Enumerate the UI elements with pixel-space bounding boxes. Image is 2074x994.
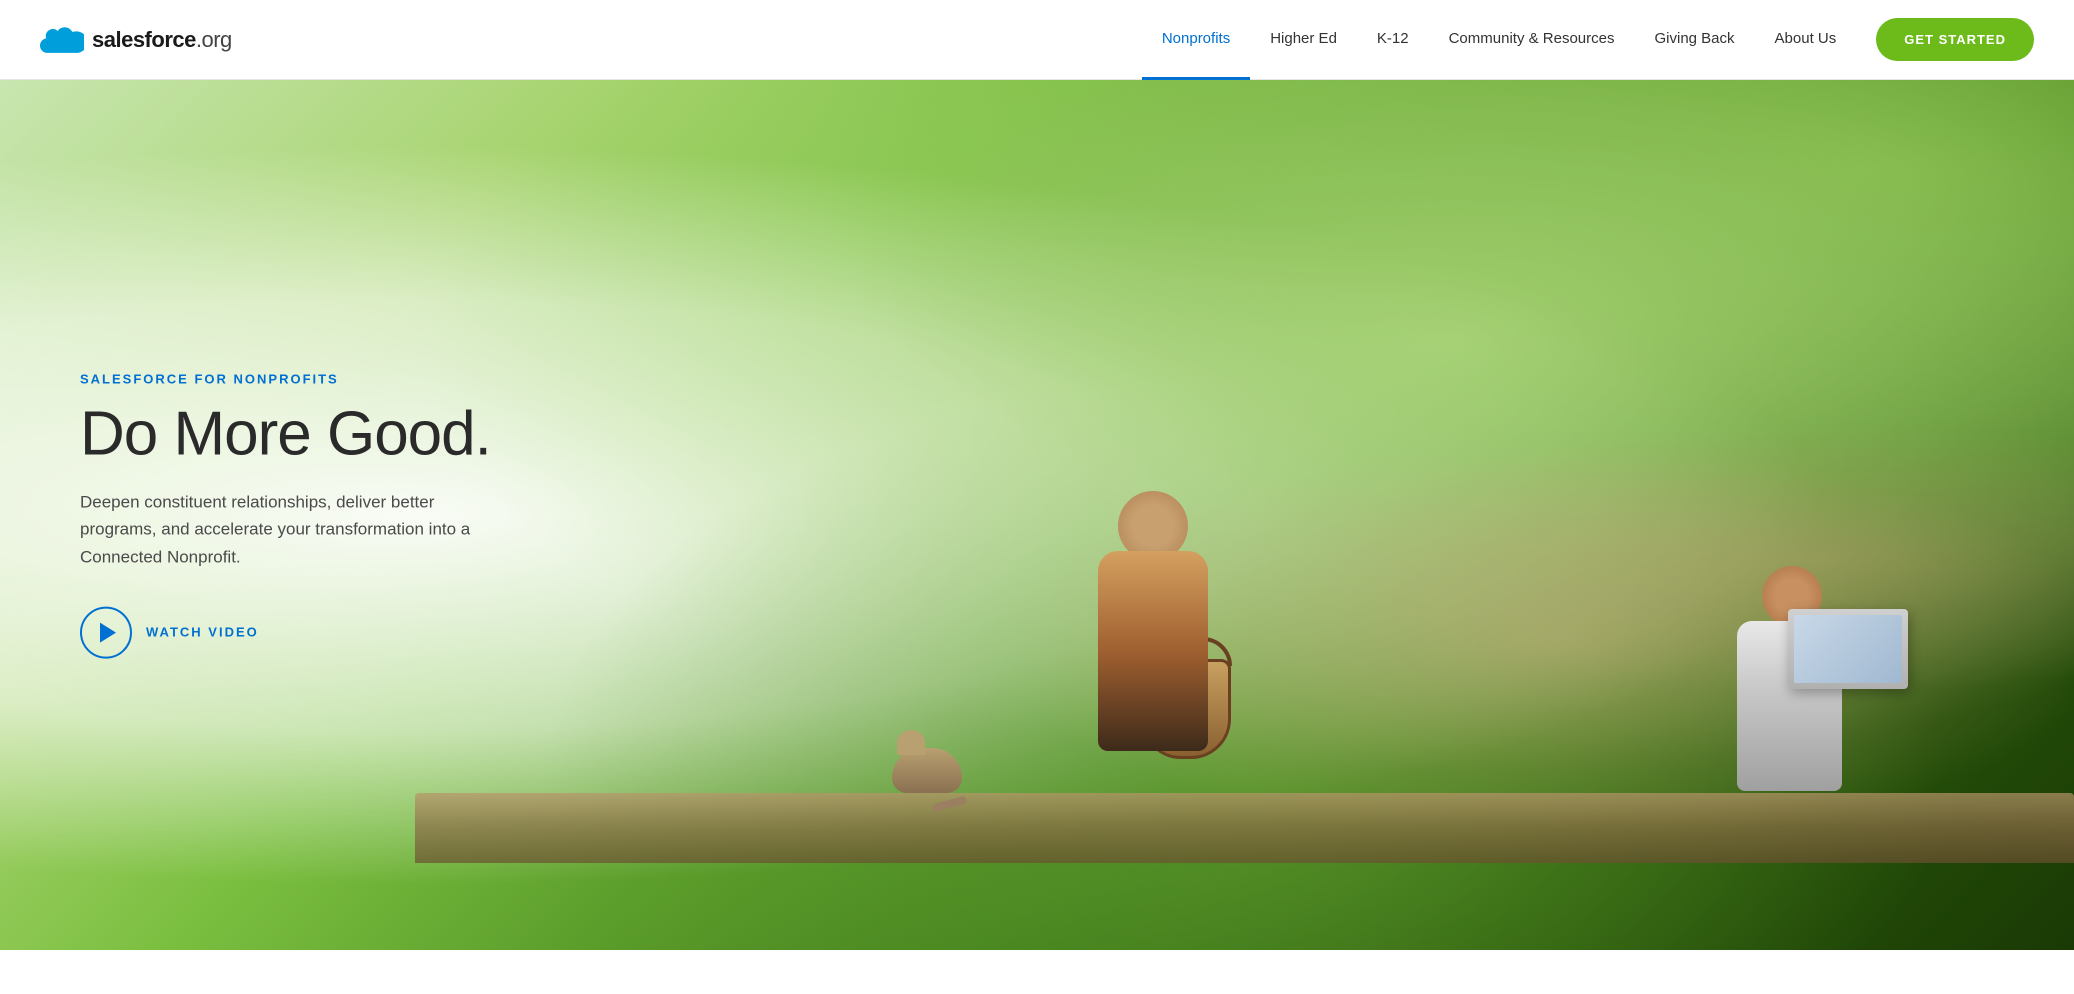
child-figure xyxy=(1727,566,1867,846)
hero-content: SALESFORCE FOR NONPROFITS Do More Good. … xyxy=(80,372,500,659)
old-woman-figure xyxy=(1078,491,1238,811)
nav-item-higher-ed[interactable]: Higher Ed xyxy=(1250,0,1357,80)
nav-item-k12[interactable]: K-12 xyxy=(1357,0,1429,80)
nav-item-about-us[interactable]: About Us xyxy=(1755,0,1857,80)
laptop-prop xyxy=(1788,609,1908,689)
play-triangle-icon xyxy=(100,622,116,642)
get-started-button[interactable]: GET STARTED xyxy=(1876,18,2034,61)
hero-eyebrow: SALESFORCE FOR NONPROFITS xyxy=(80,372,500,387)
hero-section: SALESFORCE FOR NONPROFITS Do More Good. … xyxy=(0,80,2074,950)
nav-item-giving-back[interactable]: Giving Back xyxy=(1634,0,1754,80)
nav-item-community[interactable]: Community & Resources xyxy=(1429,0,1635,80)
watch-video-label: WATCH VIDEO xyxy=(146,625,259,640)
hero-subtitle: Deepen constituent relationships, delive… xyxy=(80,489,500,571)
logo-text: salesforce.org xyxy=(92,27,232,53)
logo[interactable]: salesforce.org xyxy=(40,25,232,55)
salesforce-cloud-icon xyxy=(40,25,84,55)
hero-title: Do More Good. xyxy=(80,401,500,469)
main-nav: Nonprofits Higher Ed K-12 Community & Re… xyxy=(1142,0,2034,80)
play-circle-icon xyxy=(80,606,132,658)
cat-prop xyxy=(892,748,962,793)
nav-item-nonprofits[interactable]: Nonprofits xyxy=(1142,0,1250,80)
header: salesforce.org Nonprofits Higher Ed K-12… xyxy=(0,0,2074,80)
watch-video-button[interactable]: WATCH VIDEO xyxy=(80,606,259,658)
